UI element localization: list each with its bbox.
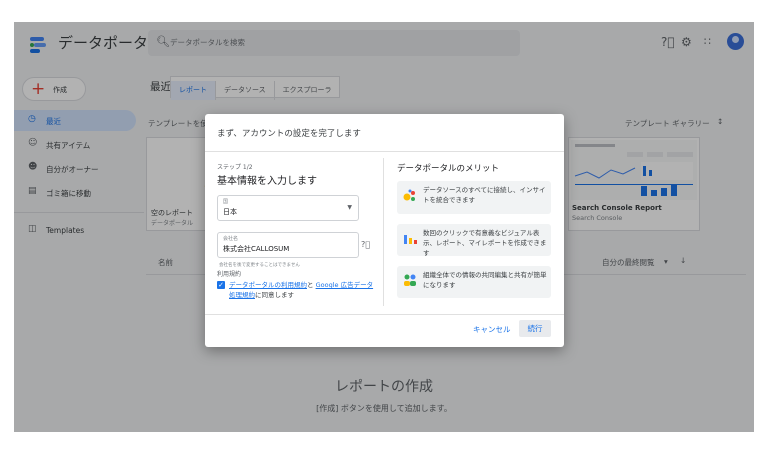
country-select[interactable]: 国 日本 ▼ (217, 195, 359, 221)
terms-text: データポータルの利用規約と Google 広告データ処理規約に同意します (229, 280, 379, 300)
dropdown-arrow-icon: ▼ (347, 204, 352, 211)
dialog-divider (205, 151, 564, 152)
benefit-item: 組織全体での情報の共同編集と共有が簡単になります (397, 266, 551, 298)
cancel-button[interactable]: キャンセル (473, 324, 511, 335)
terms-checkbox[interactable]: ✓ (217, 281, 225, 289)
app-window: データポータル 🔍︎ データポータルを検索 ?⃝ ⚙︎ ∷ + 作成 ◷ 最近 … (14, 22, 754, 432)
dialog-column-divider (383, 158, 384, 306)
benefit-text: 数回のクリックで有意義なビジュアル表示、レポート、マイレポートを作成できます (423, 229, 547, 257)
terms-link-data-portal[interactable]: データポータルの利用規約 (229, 281, 307, 289)
terms-mid: と (307, 281, 316, 289)
collaborate-icon (404, 274, 416, 286)
continue-button[interactable]: 続行 (519, 320, 551, 337)
terms-end: に同意します (255, 291, 294, 299)
benefit-text: 組織全体での情報の共同編集と共有が簡単になります (423, 271, 547, 289)
benefit-item: データソースのすべてに接続し、インサイトを統合できます (397, 181, 551, 214)
benefit-item: 数回のクリックで有意義なビジュアル表示、レポート、マイレポートを作成できます (397, 224, 551, 257)
connect-icon (403, 189, 415, 201)
company-name-field[interactable]: 会社名 株式会社CALLOSUM (217, 232, 359, 258)
company-hint: 会社名を後で変更することはできません (219, 263, 300, 268)
country-label: 国 (223, 199, 229, 205)
dialog-footer-divider (205, 314, 564, 315)
help-icon[interactable]: ?⃝ (361, 240, 370, 249)
terms-label: 利用規約 (217, 271, 242, 278)
country-value: 日本 (223, 208, 237, 216)
step-indicator: ステップ 1/2 (217, 164, 253, 171)
company-value: 株式会社CALLOSUM (223, 245, 290, 253)
account-setup-dialog: まず、アカウントの設定を完了します ステップ 1/2 基本情報を入力します 国 … (205, 114, 564, 347)
step-title: 基本情報を入力します (217, 176, 317, 187)
dialog-title: まず、アカウントの設定を完了します (217, 129, 361, 139)
benefits-title: データポータルのメリット (397, 164, 500, 174)
company-label: 会社名 (223, 236, 239, 242)
benefit-text: データソースのすべてに接続し、インサイトを統合できます (423, 186, 546, 204)
chart-icon (404, 235, 417, 244)
